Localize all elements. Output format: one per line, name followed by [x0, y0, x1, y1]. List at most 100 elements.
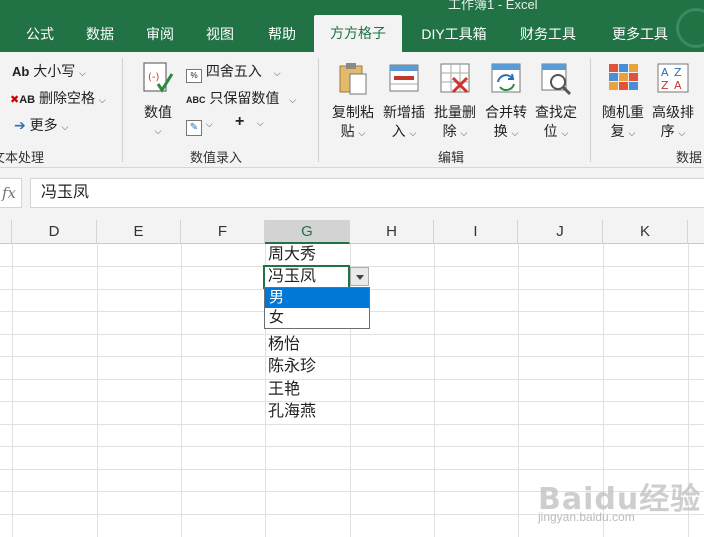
insert-label-2: 入: [391, 123, 406, 139]
column-header-partial[interactable]: [0, 220, 12, 244]
chevron-down-icon: ⌵: [409, 128, 417, 138]
edit-value-button[interactable]: ✎ ⌵: [186, 114, 213, 136]
cell-g6[interactable]: 陈永珍: [268, 356, 316, 378]
chevron-down-icon: ⌵: [561, 128, 569, 138]
column-header-e[interactable]: E: [97, 220, 181, 244]
chevron-down-icon: ⌵: [79, 68, 86, 78]
tab-view[interactable]: 视图: [200, 17, 240, 52]
dropdown-button[interactable]: [350, 267, 369, 286]
chevron-down-icon: ⌵: [628, 128, 636, 138]
round-label: 四舍五入: [205, 63, 262, 79]
round-button[interactable]: % 四舍五入 ⌵: [186, 61, 281, 83]
dropdown-option-male[interactable]: 男: [265, 288, 369, 308]
insert-rows-icon: [389, 64, 419, 92]
tab-formulas[interactable]: 公式: [22, 17, 58, 52]
column-header-h[interactable]: H: [350, 220, 434, 244]
formula-input[interactable]: 冯玉凤: [30, 178, 704, 208]
grid-line: [0, 401, 704, 402]
advanced-sort-label-2: 序: [660, 123, 675, 139]
dropdown-option-female[interactable]: 女: [265, 308, 369, 328]
clipboard-icon: [339, 63, 367, 95]
cell-g5[interactable]: 杨怡: [268, 334, 300, 356]
sort-letter-2: Z: [674, 66, 682, 79]
group-label-data: 数据: [676, 150, 703, 165]
column-headers: D E F G H I J K: [0, 220, 704, 244]
case-button[interactable]: Ab 大小写 ⌵: [12, 61, 86, 81]
random-repeat-icon: [609, 64, 638, 90]
cell-g1[interactable]: 周大秀: [268, 244, 316, 266]
grid-line: [0, 446, 704, 447]
grid-line: [0, 356, 704, 357]
copy-paste-button[interactable]: 复制粘 贴 ⌵: [328, 56, 378, 144]
tab-finance-tools[interactable]: 财务工具: [512, 17, 584, 52]
tab-help[interactable]: 帮助: [262, 17, 302, 52]
tab-review[interactable]: 审阅: [140, 17, 180, 52]
edit-icon: ✎: [186, 120, 202, 136]
plus-label: +: [235, 113, 245, 130]
help-circle-icon[interactable]: [676, 8, 704, 48]
insert-button[interactable]: 新增插 入 ⌵: [379, 56, 429, 144]
validation-dropdown-list: 男 女: [264, 287, 370, 329]
group-label-text: 文本处理: [0, 150, 45, 165]
chevron-down-icon: ⌵: [289, 95, 297, 105]
grid-line: [518, 244, 519, 537]
random-repeat-label-2: 复: [610, 123, 625, 139]
grid-line: [0, 424, 704, 425]
merge-convert-button[interactable]: 合并转 换 ⌵: [481, 56, 531, 144]
group-separator: [318, 58, 319, 162]
find-locate-label-2: 位: [543, 123, 558, 139]
advanced-sort-label-1: 高级排: [652, 104, 694, 120]
keep-value-button[interactable]: ABC 只保留数值 ⌵: [186, 88, 296, 108]
cell-g7[interactable]: 王艳: [268, 379, 300, 401]
ribbon-tab-bar: 工作簿1 - Excel 公式 数据 审阅 视图 帮助 方方格子 DIY工具箱 …: [0, 0, 704, 52]
find-icon: [541, 63, 572, 96]
delete-space-button[interactable]: ✖AB 删除空格 ⌵: [10, 88, 106, 108]
grid-line: [0, 379, 704, 380]
value-button[interactable]: (-) 数值 ⌵: [136, 56, 180, 144]
random-repeat-button[interactable]: 随机重 复 ⌵: [598, 56, 648, 144]
group-separator: [122, 58, 123, 162]
tab-more-tools[interactable]: 更多工具: [604, 17, 676, 52]
window-title: 工作簿1 - Excel: [448, 0, 538, 12]
cell-g8[interactable]: 孔海燕: [268, 401, 316, 423]
keep-value-label: 只保留数值: [209, 90, 280, 106]
chevron-down-icon: ⌵: [678, 128, 686, 138]
column-header-j[interactable]: J: [518, 220, 603, 244]
tab-diy-toolbox[interactable]: DIY工具箱: [414, 17, 494, 52]
batch-delete-button[interactable]: 批量删 除 ⌵: [430, 56, 480, 144]
value-icon: (-): [143, 62, 174, 93]
column-header-g[interactable]: G: [265, 220, 350, 244]
find-locate-label-1: 查找定: [535, 104, 577, 120]
random-repeat-label-1: 随机重: [602, 104, 644, 120]
grid-line: [181, 244, 182, 537]
arrow-right-icon: ➔: [14, 117, 26, 133]
tab-fangfang-gezi[interactable]: 方方格子: [314, 15, 402, 52]
find-locate-button[interactable]: 查找定 位 ⌵: [531, 56, 581, 144]
chevron-down-icon: [356, 275, 364, 280]
chevron-down-icon: ⌵: [358, 128, 366, 138]
grid-line: [97, 244, 98, 537]
chevron-down-icon: ⌵: [98, 95, 106, 105]
more-button[interactable]: ➔ 更多 ⌵: [14, 115, 68, 135]
plus-button[interactable]: + ⌵: [235, 113, 264, 131]
ribbon: Ab 大小写 ⌵ ✖AB 删除空格 ⌵ ➔ 更多 ⌵ 文本处理 (-) 数值 ⌵…: [0, 52, 704, 168]
case-icon: Ab: [12, 64, 30, 79]
column-header-i[interactable]: I: [434, 220, 518, 244]
case-label: 大小写: [33, 63, 76, 79]
active-cell-value: 冯玉凤: [268, 268, 317, 285]
chevron-down-icon: ⌵: [154, 126, 162, 136]
column-header-k[interactable]: K: [603, 220, 688, 244]
chevron-down-icon: ⌵: [256, 118, 264, 128]
fx-icon[interactable]: fx: [0, 178, 22, 208]
delete-space-label: 删除空格: [39, 90, 95, 106]
group-label-number: 数值录入: [190, 150, 243, 165]
advanced-sort-button[interactable]: A Z Z A 高级排 序 ⌵: [648, 56, 698, 144]
batch-delete-icon: [440, 63, 470, 94]
copy-paste-label-2: 贴: [340, 123, 355, 139]
column-header-f[interactable]: F: [181, 220, 265, 244]
merge-convert-icon: [491, 63, 521, 93]
chevron-down-icon: ⌵: [511, 128, 519, 138]
tab-data[interactable]: 数据: [80, 17, 120, 52]
column-header-d[interactable]: D: [12, 220, 97, 244]
sort-letter-4: A: [674, 79, 682, 92]
